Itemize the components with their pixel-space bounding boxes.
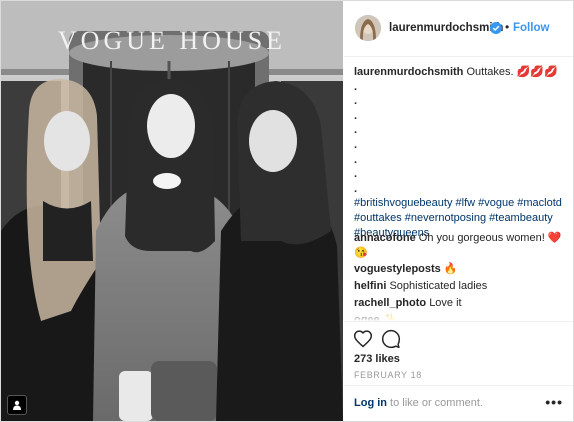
caption-dot: . bbox=[354, 168, 358, 181]
likes-count[interactable]: 273 likes bbox=[354, 353, 400, 365]
post-photo[interactable]: VOGUE HOUSE bbox=[1, 1, 343, 421]
post-date: FEBRUARY 18 bbox=[354, 370, 422, 380]
vogue-house-sign: VOGUE HOUSE bbox=[58, 26, 286, 55]
right-woman-face bbox=[249, 110, 297, 172]
instagram-post: VOGUE HOUSE laurenmurdochsmith • Follow … bbox=[0, 0, 574, 422]
comment-item: annacofone Oh you gorgeous women! ❤️😘 bbox=[354, 231, 566, 260]
comment-username[interactable]: helfini bbox=[354, 280, 386, 292]
comments-fade bbox=[344, 311, 573, 321]
header-separator: • bbox=[505, 20, 510, 34]
post-header: laurenmurdochsmith • Follow bbox=[344, 1, 573, 57]
comment-item: voguestyleposts 🔥 bbox=[354, 262, 566, 277]
comment-text: Sophisticated ladies bbox=[389, 280, 488, 292]
caption-dot: . bbox=[354, 109, 358, 122]
user-tag-icon[interactable] bbox=[7, 395, 27, 415]
comment-username[interactable]: voguestyleposts bbox=[354, 263, 441, 275]
avatar[interactable] bbox=[355, 15, 381, 41]
caption-text: Outtakes. 💋💋💋 bbox=[466, 66, 558, 78]
comment-item: helfini Sophisticated ladies bbox=[354, 279, 566, 294]
post-side-panel: laurenmurdochsmith • Follow laurenmurdoc… bbox=[344, 1, 573, 421]
comment-text: Love it bbox=[429, 297, 462, 309]
caption-dot: . bbox=[354, 95, 358, 108]
comment-item: rachell_photo Love it bbox=[354, 296, 566, 311]
heart-icon[interactable] bbox=[353, 329, 373, 349]
follow-button[interactable]: Follow bbox=[513, 22, 549, 34]
comment-username[interactable]: rachell_photo bbox=[354, 297, 426, 309]
comments-list[interactable]: laurenmurdochsmith Outtakes. 💋💋💋 . . . .… bbox=[344, 56, 573, 321]
caption-dots: . . . . . . . . bbox=[354, 80, 566, 197]
caption: laurenmurdochsmith Outtakes. 💋💋💋 . . . .… bbox=[354, 65, 566, 240]
caption-dot: . bbox=[354, 138, 358, 151]
photo-illustration: VOGUE HOUSE bbox=[1, 1, 343, 421]
comment-icon[interactable] bbox=[381, 329, 401, 349]
caption-dot: . bbox=[354, 182, 358, 195]
comment-username[interactable]: annacofone bbox=[354, 232, 416, 244]
login-link[interactable]: Log in bbox=[354, 397, 387, 409]
login-bar: Log in to like or comment. ••• bbox=[344, 385, 573, 422]
post-actions: 273 likes FEBRUARY 18 Log in to like or … bbox=[344, 321, 573, 422]
login-rest: to like or comment. bbox=[387, 397, 483, 409]
caption-dot: . bbox=[354, 153, 358, 166]
comment-text: 🔥 bbox=[443, 263, 458, 275]
verified-badge-icon bbox=[490, 22, 502, 34]
left-woman-face bbox=[44, 111, 90, 171]
middle-woman-face bbox=[147, 94, 195, 158]
caption-username[interactable]: laurenmurdochsmith bbox=[354, 66, 463, 78]
login-prompt: Log in to like or comment. bbox=[354, 397, 483, 409]
caption-dot: . bbox=[354, 124, 358, 137]
caption-dot: . bbox=[354, 80, 358, 93]
header-username[interactable]: laurenmurdochsmith bbox=[389, 22, 503, 34]
more-options-icon[interactable]: ••• bbox=[545, 394, 563, 410]
